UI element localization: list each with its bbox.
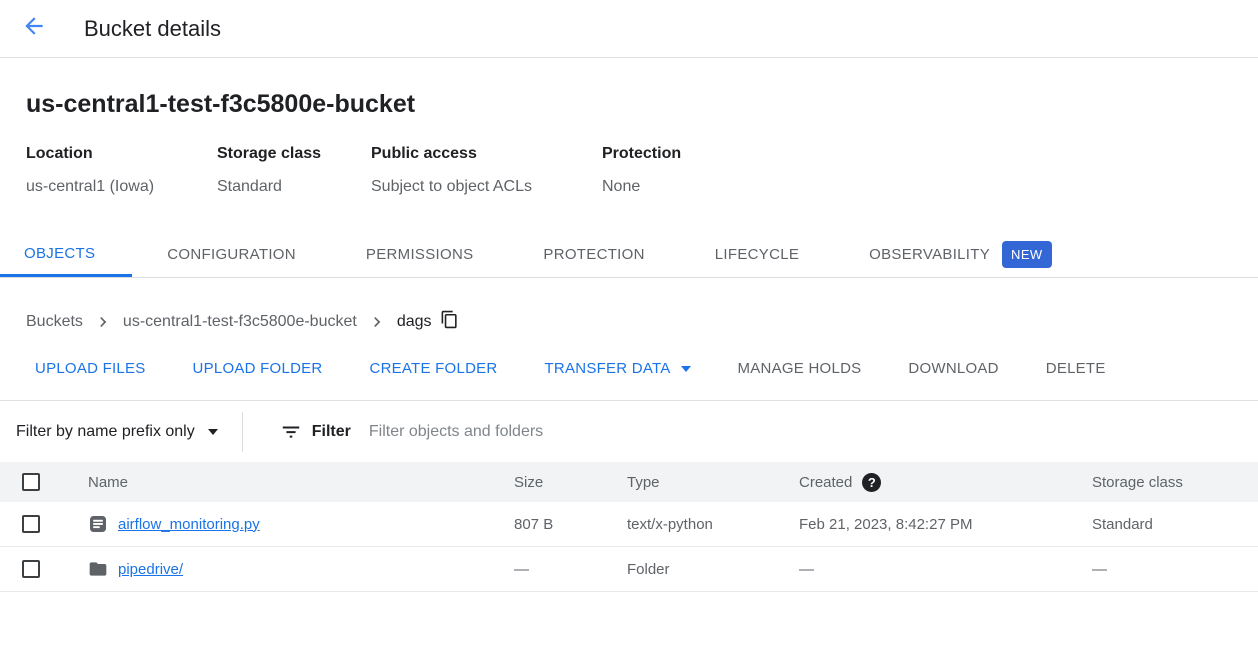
meta-value: None [602,178,681,196]
delete-button[interactable]: DELETE [1046,360,1106,377]
created-column-label: Created [799,474,852,491]
row-cell-name: pipedrive/ [66,559,514,579]
row-cell-created: Feb 21, 2023, 8:42:27 PM [799,516,1092,533]
row-cell-name: airflow_monitoring.py [66,514,514,534]
filter-list-icon [280,421,302,443]
meta-value: Standard [217,178,355,196]
row-cell-checkbox [0,515,66,533]
chevron-down-icon [208,429,218,435]
meta-protection: Protection None [602,145,697,196]
filter-objects-input[interactable] [369,423,929,441]
objects-table: Name Size Type Created ? Storage class a… [0,462,1258,592]
meta-public-access: Public access Subject to object ACLs [371,145,602,196]
bucket-meta-row: Location us-central1 (Iowa) Storage clas… [26,145,1232,196]
content-copy-icon [440,310,459,334]
vertical-divider [242,412,243,452]
row-cell-created: — [799,561,1092,578]
meta-location: Location us-central1 (Iowa) [26,145,217,196]
tab-objects[interactable]: OBJECTS [0,232,132,277]
object-link[interactable]: airflow_monitoring.py [118,516,260,533]
back-button[interactable] [20,15,48,43]
table-header-row: Name Size Type Created ? Storage class [0,462,1258,502]
chevron-down-icon [681,366,691,372]
meta-label: Location [26,145,201,163]
tab-observability[interactable]: OBSERVABILITY NEW [834,232,1086,277]
download-button[interactable]: DOWNLOAD [908,360,998,377]
meta-value: Subject to object ACLs [371,178,586,196]
upload-folder-button[interactable]: UPLOAD FOLDER [193,360,323,377]
file-icon [88,514,108,534]
breadcrumb-current-folder: dags [397,313,432,331]
back-arrow-icon [21,13,47,44]
object-action-bar: UPLOAD FILES UPLOAD FOLDER CREATE FOLDER… [0,360,1258,377]
meta-storage-class: Storage class Standard [217,145,371,196]
filter-bar: Filter by name prefix only Filter [0,401,1258,462]
header-cell-created: Created ? [799,473,1092,492]
meta-label: Protection [602,145,681,163]
tab-configuration[interactable]: CONFIGURATION [132,232,331,277]
create-folder-button[interactable]: CREATE FOLDER [370,360,498,377]
chevron-right-icon [367,312,387,332]
meta-value: us-central1 (Iowa) [26,178,201,196]
new-badge: NEW [1002,241,1052,268]
tab-lifecycle[interactable]: LIFECYCLE [680,232,834,277]
breadcrumb: Buckets us-central1-test-f3c5800e-bucket… [0,310,1258,334]
row-cell-type: Folder [627,561,799,578]
header-cell-type: Type [627,474,799,491]
row-cell-storage-class: Standard [1092,516,1258,533]
page-title: Bucket details [84,16,221,42]
breadcrumb-buckets[interactable]: Buckets [26,313,83,331]
table-row: pipedrive/ — Folder — — [0,547,1258,592]
meta-label: Public access [371,145,586,163]
meta-label: Storage class [217,145,355,163]
chevron-right-icon [93,312,113,332]
folder-icon [88,559,108,579]
header-cell-size: Size [514,474,627,491]
header-cell-storage-class: Storage class [1092,474,1258,491]
header-cell-checkbox [0,473,66,491]
tab-permissions[interactable]: PERMISSIONS [331,232,509,277]
row-checkbox[interactable] [22,560,40,578]
transfer-data-menu-button[interactable]: TRANSFER DATA [545,360,691,377]
table-row: airflow_monitoring.py 807 B text/x-pytho… [0,502,1258,547]
bucket-summary: us-central1-test-f3c5800e-bucket Locatio… [0,90,1258,196]
header-cell-name: Name [66,474,514,491]
breadcrumb-bucket-name[interactable]: us-central1-test-f3c5800e-bucket [123,313,357,331]
row-cell-storage-class: — [1092,561,1258,578]
help-icon[interactable]: ? [862,473,881,492]
manage-holds-button[interactable]: MANAGE HOLDS [738,360,862,377]
upload-files-button[interactable]: UPLOAD FILES [35,360,146,377]
row-cell-size: — [514,561,627,578]
filter-scope-label: Filter by name prefix only [16,423,195,441]
tab-observability-label: OBSERVABILITY [869,246,990,263]
row-cell-type: text/x-python [627,516,799,533]
bucket-name: us-central1-test-f3c5800e-bucket [26,90,1232,119]
tab-protection[interactable]: PROTECTION [508,232,679,277]
filter-scope-dropdown[interactable]: Filter by name prefix only [16,423,218,441]
filter-label: Filter [312,423,351,441]
folder-link[interactable]: pipedrive/ [118,561,183,578]
copy-path-button[interactable] [440,310,459,334]
select-all-checkbox[interactable] [22,473,40,491]
transfer-data-label: TRANSFER DATA [545,360,671,377]
tab-bar: OBJECTS CONFIGURATION PERMISSIONS PROTEC… [0,232,1258,278]
row-cell-size: 807 B [514,516,627,533]
row-cell-checkbox [0,560,66,578]
app-bar: Bucket details [0,0,1258,58]
row-checkbox[interactable] [22,515,40,533]
